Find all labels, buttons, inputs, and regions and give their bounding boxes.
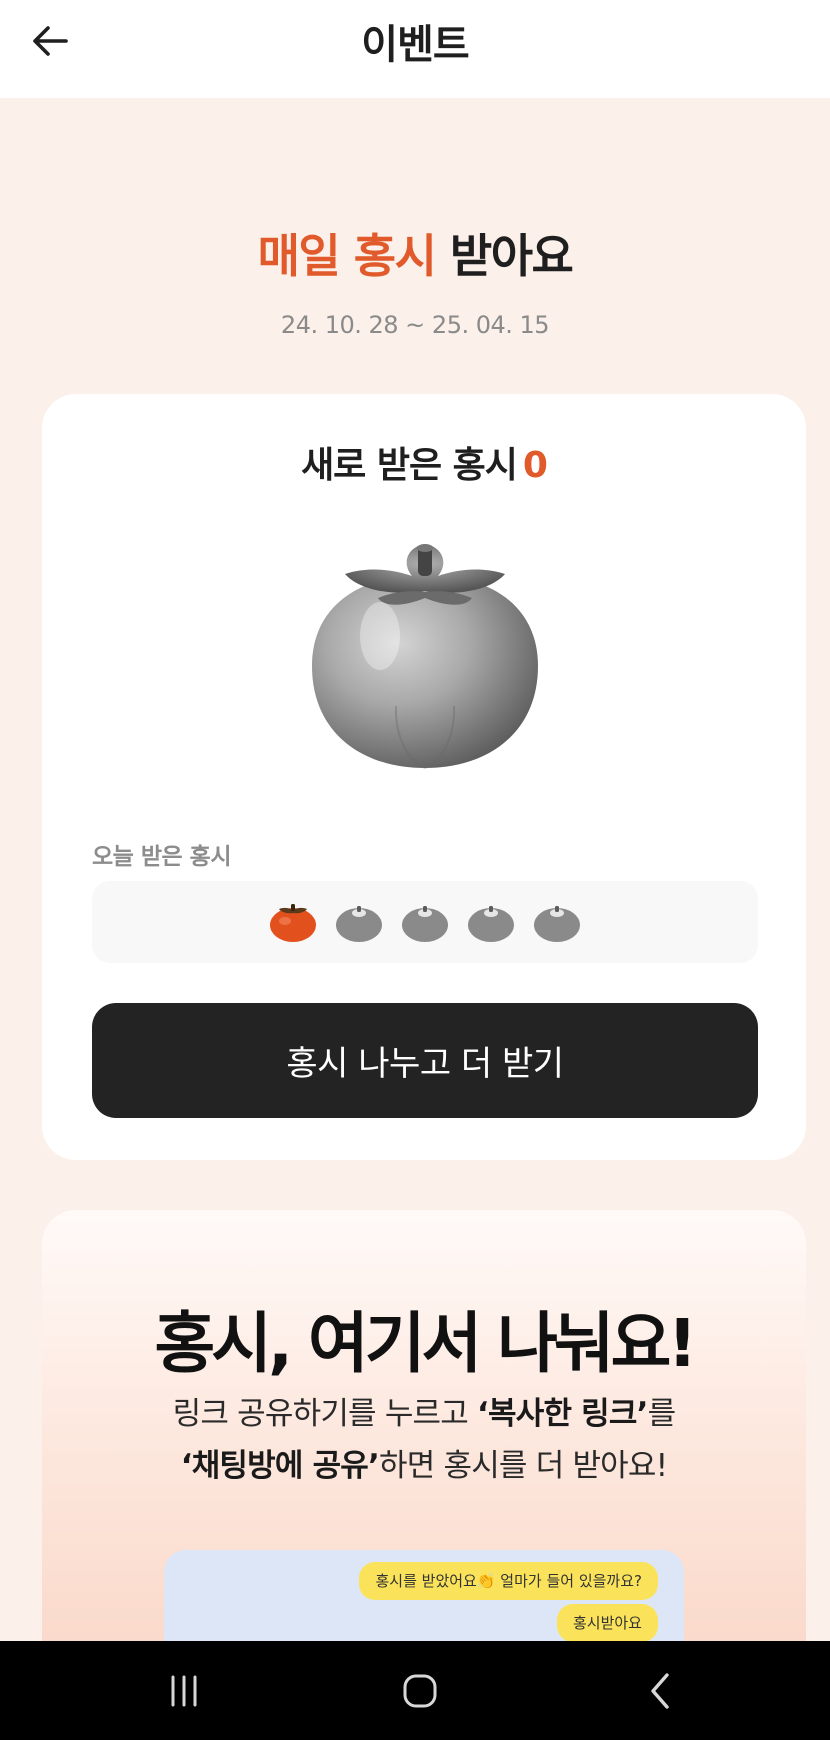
- today-persimmon-row: [92, 881, 758, 963]
- guide-title: 홍시, 여기서 나눠요!: [154, 1305, 698, 1382]
- event-headline: 매일 홍시 받아요: [0, 220, 830, 286]
- persimmon-image: [312, 544, 538, 769]
- guide-emphasis: ‘채팅방에 공유’: [180, 1448, 380, 1484]
- guide-text: 를: [647, 1396, 677, 1432]
- persimmon-empty-icon: [468, 906, 514, 942]
- page-title: 이벤트: [361, 22, 469, 68]
- persimmon-filled-icon: [270, 904, 316, 942]
- received-title: 새로 받은 홍시 0: [42, 436, 806, 488]
- share-guide-card: 홍시, 여기서 나눠요! 링크 공유하기를 누르고 ‘복사한 링크’를 ‘채팅방…: [42, 1210, 806, 1641]
- persimmon-empty-icon: [336, 906, 382, 942]
- nav-back-icon: [651, 1673, 669, 1709]
- nav-back-button[interactable]: [630, 1663, 690, 1719]
- event-page: 매일 홍시 받아요 24. 10. 28 ~ 25. 04. 15 새로 받은 …: [0, 98, 830, 1641]
- received-count: 0: [522, 445, 548, 486]
- chat-bubble: 홍시받아요: [556, 1604, 658, 1641]
- chat-bubble: 홍시를 받았어요👏 얼마가 들어 있을까요?: [359, 1562, 658, 1600]
- home-button[interactable]: [390, 1663, 450, 1719]
- received-title-text: 새로 받은 홍시: [301, 445, 518, 486]
- system-nav-bar: [0, 1641, 830, 1740]
- persimmon-empty-icon: [402, 906, 448, 942]
- chat-preview-image: 홍시를 받았어요👏 얼마가 들어 있을까요? 홍시받아요: [164, 1550, 684, 1641]
- recent-apps-icon: [171, 1675, 197, 1707]
- home-icon: [403, 1674, 437, 1708]
- recent-apps-button[interactable]: [154, 1663, 214, 1719]
- guide-text: 링크 공유하기를 누르고: [172, 1396, 478, 1432]
- guide-text: 하면 홍시를 더 받아요!: [378, 1448, 668, 1484]
- headline-accent: 매일 홍시: [257, 229, 437, 283]
- today-label: 오늘 받은 홍시: [92, 844, 231, 870]
- received-card: 새로 받은 홍시 0 오늘 받은 홍시 홍시 나누고 더 받기: [42, 394, 806, 1160]
- event-period: 24. 10. 28 ~ 25. 04. 15: [280, 311, 550, 339]
- guide-description: 링크 공유하기를 누르고 ‘복사한 링크’를 ‘채팅방에 공유’하면 홍시를 더…: [62, 1388, 786, 1492]
- persimmon-empty-icon: [534, 906, 580, 942]
- guide-emphasis: ‘복사한 링크’: [477, 1396, 648, 1432]
- headline-rest: 받아요: [435, 229, 574, 283]
- share-more-button[interactable]: 홍시 나누고 더 받기: [92, 1003, 758, 1118]
- top-bar: 이벤트: [0, 0, 830, 98]
